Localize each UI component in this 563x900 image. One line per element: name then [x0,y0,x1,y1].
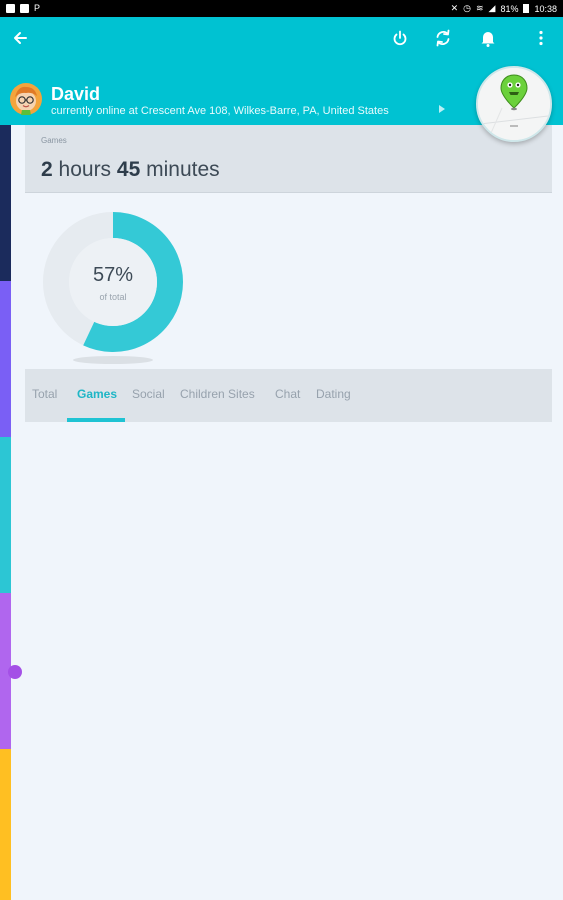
tab-social[interactable]: Social [132,387,165,401]
tab-children-sites[interactable]: Children Sites [180,387,255,401]
more-vert-icon[interactable] [530,27,552,49]
minutes-value: 45 [116,158,141,181]
category-label: Games [41,136,67,145]
strip-segment-3 [0,437,11,593]
strip-segment-5 [0,749,11,900]
p-icon: P [34,3,41,13]
user-status: currently online at Crescent Ave 108, Wi… [51,105,389,117]
donut-graphic [43,212,183,364]
wifi-icon: ≋ [475,3,484,13]
strip-segment-2 [0,281,11,437]
location-map-thumbnail[interactable] [476,66,552,142]
avatar [10,83,42,115]
battery-level: 81% [500,3,519,14]
mute-icon: ✕ [450,3,459,13]
hours-unit: hours [58,158,112,181]
category-tabs: Total Games Social Children Sites Chat D… [25,369,552,422]
play-arrow-icon[interactable] [439,105,445,113]
refresh-icon[interactable] [432,27,454,49]
active-tab-indicator [67,418,125,422]
image-icon [6,3,15,13]
strip-segment-1 [0,125,11,281]
user-name: David [51,84,101,104]
clock: 10:38 [534,3,557,14]
tab-games[interactable]: Games [77,387,117,401]
status-bar: P ✕ ◷ ≋ ◢ 81% 10:38 [0,0,563,17]
hours-value: 2 [41,158,53,181]
bell-icon[interactable] [477,27,499,49]
strip-handle[interactable] [8,665,22,679]
battery-icon [523,4,530,13]
donut-percent: 57% [92,264,134,286]
time-spent: 2 hours 45 minutes [41,158,220,182]
signal-icon: ◢ [488,3,496,13]
shirt-icon [20,3,29,13]
tab-total[interactable]: Total [32,387,57,401]
tab-dating[interactable]: Dating [316,387,351,401]
usage-donut: 57% of total [41,207,189,369]
donut-sub-label: of total [99,292,127,302]
category-summary-card: Games 2 hours 45 minutes [25,125,552,193]
map-pin-icon [478,68,550,140]
power-icon[interactable] [389,27,411,49]
alarm-icon: ◷ [463,3,471,13]
minutes-unit: minutes [146,158,220,181]
tab-chat[interactable]: Chat [275,387,300,401]
arrow-left-icon[interactable] [10,27,32,49]
